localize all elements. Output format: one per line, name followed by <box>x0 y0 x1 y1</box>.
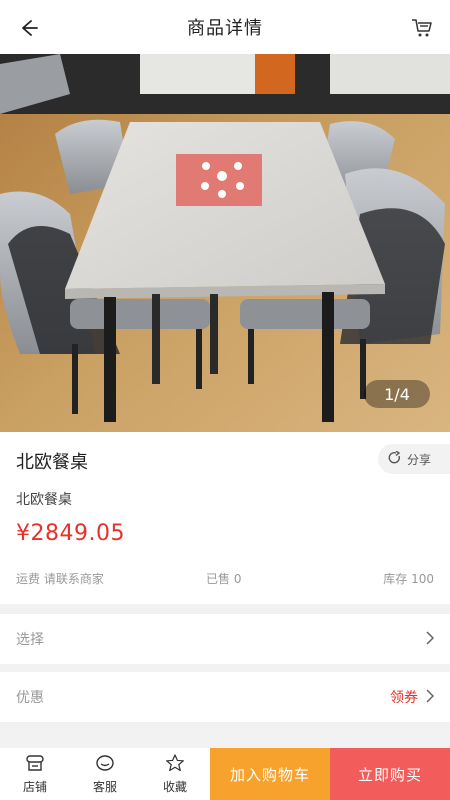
bottom-action-bar: 店铺 客服 收藏 加入购物车 立即购买 <box>0 748 450 800</box>
product-info-card: 北欧餐桌 分享 北欧餐桌 ¥2849.05 运费 请联系商家 已售 0 库存 1… <box>0 432 450 604</box>
favorite-tab[interactable]: 收藏 <box>140 748 210 800</box>
promotion-row[interactable]: 优惠 领券 <box>0 672 450 722</box>
chevron-right-icon <box>426 630 435 649</box>
cart-icon[interactable] <box>408 14 436 42</box>
coupon-link[interactable]: 领券 <box>390 687 418 707</box>
product-photo <box>0 54 450 432</box>
stock-count: 库存 100 <box>383 572 434 586</box>
promo-label: 优惠 <box>16 690 44 706</box>
page-title: 商品详情 <box>187 18 263 39</box>
product-image-carousel[interactable]: 1/4 <box>0 54 450 432</box>
customer-service-icon <box>95 754 115 775</box>
product-name: 北欧餐桌 <box>16 452 88 473</box>
product-price: ¥2849.05 <box>16 521 125 546</box>
chevron-right-icon <box>426 688 435 707</box>
shipping-info: 运费 请联系商家 <box>16 572 104 586</box>
sold-count: 已售 0 <box>206 572 242 586</box>
shop-tab[interactable]: 店铺 <box>0 748 70 800</box>
back-arrow-icon[interactable] <box>14 14 42 42</box>
share-label: 分享 <box>407 452 432 467</box>
favorite-label: 收藏 <box>162 779 187 794</box>
star-icon <box>165 753 185 775</box>
store-icon <box>25 754 45 775</box>
buy-now-button[interactable]: 立即购买 <box>330 748 450 800</box>
service-tab[interactable]: 客服 <box>70 748 140 800</box>
share-button[interactable]: 分享 <box>378 444 450 474</box>
product-subtitle: 北欧餐桌 <box>16 492 72 508</box>
service-label: 客服 <box>92 779 117 794</box>
select-spec-row[interactable]: 选择 <box>0 614 450 664</box>
shop-label: 店铺 <box>22 779 47 794</box>
select-label: 选择 <box>16 632 44 648</box>
add-to-cart-button[interactable]: 加入购物车 <box>210 748 330 800</box>
top-bar: 商品详情 <box>0 0 450 54</box>
image-counter: 1/4 <box>364 380 430 408</box>
share-icon <box>388 449 402 468</box>
